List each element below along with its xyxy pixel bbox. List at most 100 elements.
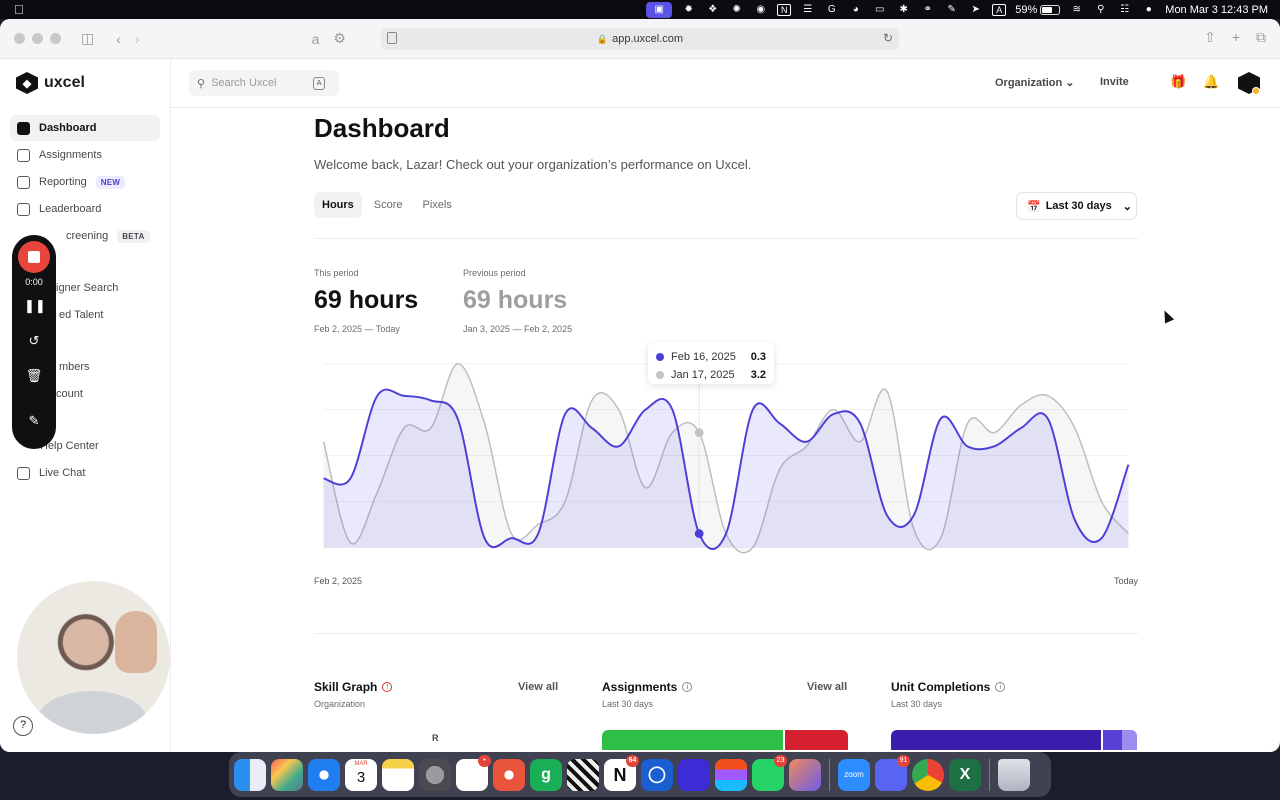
sidebar-item-label: mbers [59, 361, 90, 373]
coffee-icon[interactable]: ◕ [848, 4, 863, 16]
finder-icon[interactable] [234, 758, 266, 791]
organization-dropdown[interactable]: Organization ⌄ [995, 76, 1075, 89]
assignments-view-all-link[interactable]: View all [807, 681, 847, 693]
unit-segment-primary [891, 730, 1101, 750]
trash-icon[interactable]: 🗑 [24, 366, 44, 386]
1password-icon[interactable]: ◯ [641, 758, 673, 791]
search-input[interactable] [211, 77, 308, 89]
calendar-icon[interactable]: MAR 3 [345, 758, 377, 791]
skill-graph-view-all-link[interactable]: View all [518, 681, 558, 693]
control-center-icon[interactable]: ☷ [1117, 4, 1132, 16]
sidebar-item-live-chat[interactable]: Live Chat [10, 460, 160, 486]
webcam-bubble[interactable] [17, 581, 170, 734]
zoom-icon[interactable]: ◉ [753, 4, 768, 16]
bell-icon[interactable]: 🔔 [1203, 74, 1219, 90]
previous-series-dot [656, 371, 664, 379]
address-bar[interactable]: 🔒 app.uxcel.com ↻ [381, 28, 899, 50]
tab-overview-grid-icon[interactable]: ⧉ [1256, 29, 1266, 46]
notion-icon[interactable]: N 64 [604, 754, 639, 791]
x-axis-start-label: Feb 2, 2025 [314, 576, 363, 586]
search-icon[interactable]: ⚲ [1093, 4, 1108, 16]
sparkle-icon[interactable]: ✺ [729, 4, 744, 16]
headphones-icon[interactable]: ⚭ [920, 4, 935, 16]
siri-icon[interactable]: ● [1141, 4, 1156, 16]
bluetooth-icon[interactable]: ✱ [896, 4, 911, 16]
dock-separator [989, 758, 990, 791]
sidebar-toggle-icon[interactable]: ◫ [81, 30, 94, 47]
invite-button[interactable]: Invite [1100, 76, 1129, 88]
assignments-title-text: Assignments [602, 680, 678, 694]
input-a-icon[interactable]: A [992, 3, 1007, 16]
raycast-icon[interactable] [678, 758, 710, 791]
new-badge: NEW [95, 175, 126, 189]
sidebar-item-assignments[interactable]: Assignments [10, 142, 160, 168]
waveform-icon[interactable]: ☰ [800, 4, 815, 16]
safari-icon[interactable] [308, 758, 340, 791]
back-arrow-icon[interactable]: ‹ [116, 31, 121, 47]
info-icon[interactable]: i [995, 682, 1006, 692]
cursor-icon[interactable]: ➤ [968, 4, 983, 16]
pen-icon[interactable]: ✎ [944, 4, 959, 16]
pencil-app-icon[interactable] [789, 758, 821, 791]
pause-icon[interactable]: ❚❚ [24, 296, 46, 316]
privacy-report-icon[interactable]: ⚙ [333, 30, 346, 47]
figma-icon[interactable] [715, 758, 747, 791]
system-settings-icon[interactable] [419, 758, 451, 791]
screen-record-icon[interactable]: ▣ [646, 1, 673, 18]
grid-icon[interactable]: ❖ [705, 4, 720, 16]
gear-icon[interactable]: ✹ [681, 4, 696, 16]
sidebar-item-dashboard[interactable]: Dashboard [10, 115, 160, 141]
excel-icon[interactable]: X [949, 758, 981, 791]
date-range-dropdown[interactable]: 📅 Last 30 days ⌄ [1016, 192, 1137, 220]
launchpad-icon[interactable] [271, 758, 303, 791]
slack-badge: • [478, 754, 491, 767]
stop-recording-button[interactable] [18, 241, 50, 273]
reload-icon[interactable]: ↻ [883, 31, 893, 45]
forward-arrow-icon[interactable]: › [135, 31, 140, 47]
zoom-window-button[interactable] [50, 33, 61, 44]
sidebar-item-leaderboard[interactable]: Leaderboard [10, 196, 160, 222]
zoom-icon[interactable]: zoom [838, 758, 870, 791]
grammarly-icon[interactable]: g [530, 758, 562, 791]
search-box[interactable]: ⚲ A [189, 70, 339, 96]
unit-segment-tertiary [1122, 730, 1137, 750]
recording-timer: 0:00 [25, 277, 43, 287]
tab-hours[interactable]: Hours [314, 192, 362, 218]
perplexity-icon[interactable] [493, 758, 525, 791]
discord-icon[interactable]: 91 [875, 754, 910, 791]
gift-icon[interactable]: 🎁 [1170, 74, 1186, 90]
battery-indicator[interactable]: 59% [1015, 4, 1061, 16]
info-icon[interactable]: ! [382, 682, 393, 692]
whatsapp-icon[interactable]: 23 [752, 754, 787, 791]
help-icon[interactable]: ? [13, 716, 33, 736]
trash-icon[interactable] [998, 758, 1030, 791]
this-period-label: This period [314, 268, 359, 278]
slack-icon[interactable]: • [456, 754, 491, 791]
menubar-status-area: ▣ ✹ ❖ ✺ ◉ N ☰ G ◕ ▭ ✱ ⚭ ✎ ➤ A 59% ≋ ⚲ ☷ … [646, 1, 1280, 18]
notion-icon[interactable]: N [777, 3, 792, 16]
wifi-icon[interactable]: ≋ [1069, 4, 1084, 16]
tab-score[interactable]: Score [366, 192, 411, 218]
uxcel-logo[interactable]: ◆ uxcel [16, 72, 85, 94]
new-tab-icon[interactable]: + [1232, 29, 1240, 46]
close-window-button[interactable] [14, 33, 25, 44]
notes-icon[interactable] [382, 758, 414, 791]
restart-icon[interactable]: ↺ [24, 331, 44, 351]
grammarly-extension-icon[interactable]: a [312, 31, 320, 47]
display-icon[interactable]: ▭ [872, 4, 887, 16]
tooltip-date: Feb 16, 2025 [671, 351, 736, 363]
minimize-window-button[interactable] [32, 33, 43, 44]
menubar-clock[interactable]: Mon Mar 3 12:43 PM [1165, 4, 1268, 16]
linear-icon[interactable] [567, 758, 599, 791]
chrome-icon[interactable] [912, 758, 944, 791]
tab-overview-icon[interactable] [387, 32, 397, 44]
this-period-value: 69 hours [314, 286, 419, 314]
app-header: ⚲ A Organization ⌄ Invite 🎁 🔔 [171, 59, 1280, 108]
info-icon[interactable]: i [682, 682, 693, 692]
grammarly-icon[interactable]: G [824, 4, 839, 16]
tab-pixels[interactable]: Pixels [415, 192, 460, 218]
share-icon[interactable]: ⇧ [1204, 29, 1216, 46]
apple-menu-icon[interactable]:  [14, 2, 24, 17]
sidebar-item-reporting[interactable]: Reporting NEW [10, 169, 160, 195]
pencil-icon[interactable]: ✎ [24, 411, 44, 431]
